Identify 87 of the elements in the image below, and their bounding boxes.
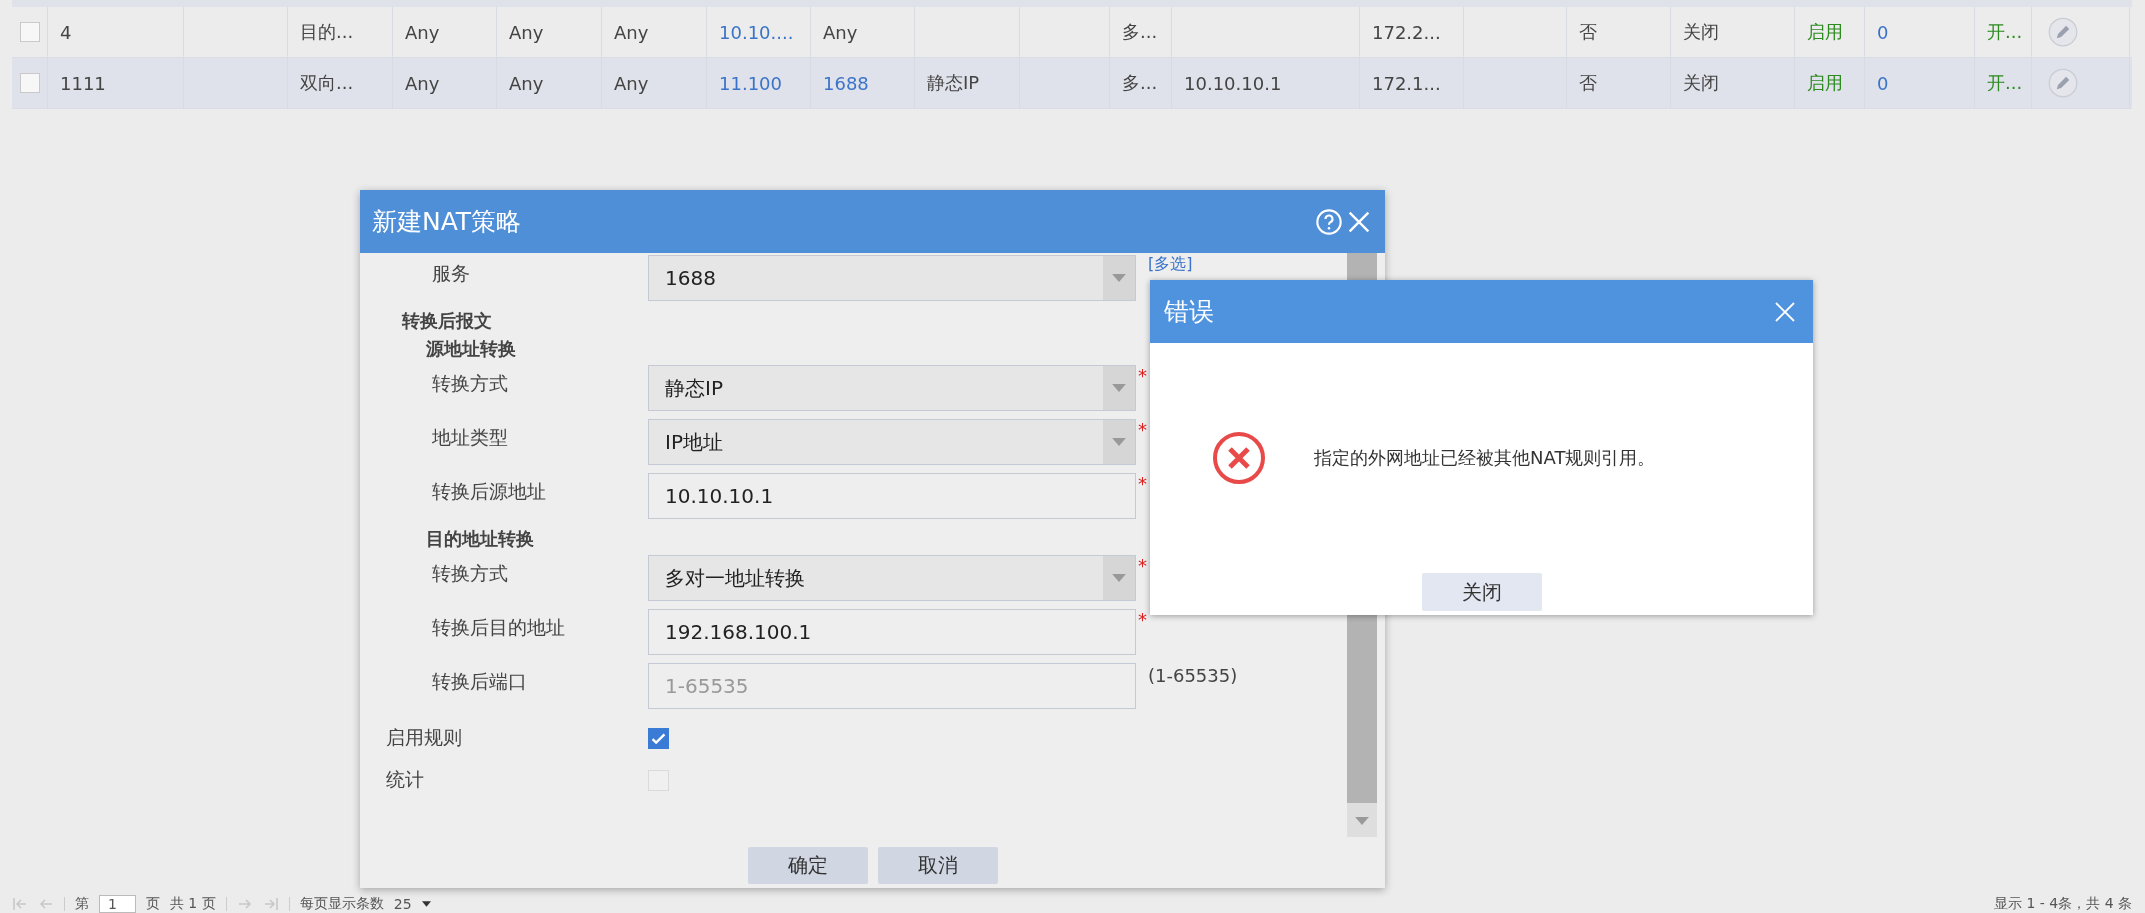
status-text: 启用: [1807, 71, 1843, 95]
close-icon[interactable]: [1773, 299, 1797, 324]
scroll-down-icon[interactable]: [1355, 817, 1369, 825]
table-link[interactable]: 0: [1877, 21, 1889, 43]
multi-select-link[interactable]: [多选]: [1148, 255, 1193, 273]
section-heading: 转换后报文: [402, 309, 492, 333]
required-mark: *: [1137, 609, 1147, 630]
first-page-icon[interactable]: [12, 896, 28, 912]
table-cell: 多...: [1122, 20, 1158, 44]
table-cell: 10.10.10.1: [1184, 72, 1282, 94]
table-link[interactable]: 0: [1877, 72, 1889, 94]
subsection-heading: 源地址转换: [426, 337, 516, 361]
status-text: 开...: [1987, 71, 2023, 95]
error-message: 指定的外网地址已经被其他NAT规则引用。: [1314, 446, 1656, 470]
checkbox[interactable]: [648, 727, 669, 749]
table-cell: 关闭: [1683, 71, 1719, 95]
table-row[interactable]: 4 目的... Any Any Any 10.10.... Any 多... 172.2... 否 关闭 启用 0 开...: [12, 7, 2132, 58]
status-text: 启用: [1807, 20, 1843, 44]
dialog-button[interactable]: 确定: [747, 847, 868, 884]
field-label: 转换后源地址: [431, 479, 547, 504]
table-cell: Any: [823, 21, 858, 43]
per-page-select[interactable]: 25: [393, 896, 412, 912]
table-row[interactable]: 1111 双向... Any Any Any 11.100 1688 静态IP 多... 10.10.10.1 172.1... 否 关闭 启用 0 开...: [12, 58, 2132, 109]
field-label: 转换方式: [431, 371, 509, 396]
table-cell: Any: [614, 21, 649, 43]
field-label: 地址类型: [431, 425, 509, 450]
page-input[interactable]: 1: [99, 895, 136, 913]
last-page-icon[interactable]: [262, 896, 279, 912]
input-field[interactable]: 192.168.100.1: [648, 609, 1136, 655]
caret-icon: [1112, 384, 1126, 392]
field-label: 服务: [431, 261, 471, 286]
required-mark: *: [1137, 473, 1147, 494]
pager-summary: 显示 1 - 4条，共 4 条: [1993, 895, 2132, 913]
select-field[interactable]: 静态IP: [648, 365, 1136, 411]
table-cell: Any: [509, 72, 544, 94]
caret-icon: [1112, 574, 1126, 582]
range-hint: (1-65535): [1148, 664, 1238, 686]
table-cell: 4: [60, 21, 72, 43]
row-checkbox[interactable]: [20, 22, 40, 42]
field-label: 转换后目的地址: [431, 615, 566, 640]
table-cell: 双向...: [300, 71, 354, 95]
select-field[interactable]: 1688: [648, 255, 1136, 301]
subsection-heading: 目的地址转换: [426, 527, 534, 551]
error-icon: [1212, 431, 1266, 485]
dialog-button[interactable]: 取消: [877, 847, 998, 884]
table-link[interactable]: 10.10....: [719, 21, 794, 43]
dialog-title: 错误: [1164, 296, 1214, 328]
close-button[interactable]: 关闭: [1421, 573, 1542, 611]
table-cell: 172.2...: [1372, 21, 1441, 43]
pager-text: 第: [75, 895, 89, 913]
checkbox-label: 启用规则: [385, 725, 463, 750]
help-icon[interactable]: [1315, 207, 1343, 236]
required-mark: *: [1137, 555, 1147, 576]
caret-icon: [1112, 438, 1126, 446]
row-checkbox[interactable]: [20, 73, 40, 93]
input-field[interactable]: 10.10.10.1: [648, 473, 1136, 519]
table-cell: Any: [405, 21, 440, 43]
table-cell: 多...: [1122, 71, 1158, 95]
input-field[interactable]: 1-65535: [648, 663, 1136, 709]
select-field[interactable]: IP地址: [648, 419, 1136, 465]
pager-text: 页: [145, 895, 160, 913]
table-cell: Any: [405, 72, 440, 94]
status-text: 开...: [1987, 20, 2023, 44]
table-cell: Any: [509, 21, 544, 43]
required-mark: *: [1137, 419, 1147, 440]
field-label: 转换方式: [431, 561, 509, 586]
checkbox-label: 统计: [385, 767, 425, 792]
table-cell: 静态IP: [927, 71, 980, 95]
edit-icon[interactable]: [2048, 17, 2078, 47]
caret-icon: [1112, 274, 1126, 282]
table-link[interactable]: 11.100: [719, 72, 782, 94]
table-cell: 目的...: [300, 20, 354, 44]
table-cell: Any: [614, 72, 649, 94]
caret-icon[interactable]: [421, 901, 431, 907]
page-count: 共 1 页: [169, 895, 216, 913]
required-mark: *: [1137, 365, 1147, 386]
select-field[interactable]: 多对一地址转换: [648, 555, 1136, 601]
table-cell: 否: [1579, 20, 1597, 44]
table-cell: 关闭: [1683, 20, 1719, 44]
table-link[interactable]: 1688: [823, 72, 869, 94]
table-cell: 否: [1579, 71, 1597, 95]
field-label: 转换后端口: [431, 669, 528, 694]
dialog-title: 新建NAT策略: [372, 206, 522, 238]
edit-icon[interactable]: [2048, 68, 2078, 98]
per-page-label: 每页显示条数: [299, 895, 384, 913]
table-cell: 172.1...: [1372, 72, 1441, 94]
table-cell: 1111: [60, 72, 106, 94]
